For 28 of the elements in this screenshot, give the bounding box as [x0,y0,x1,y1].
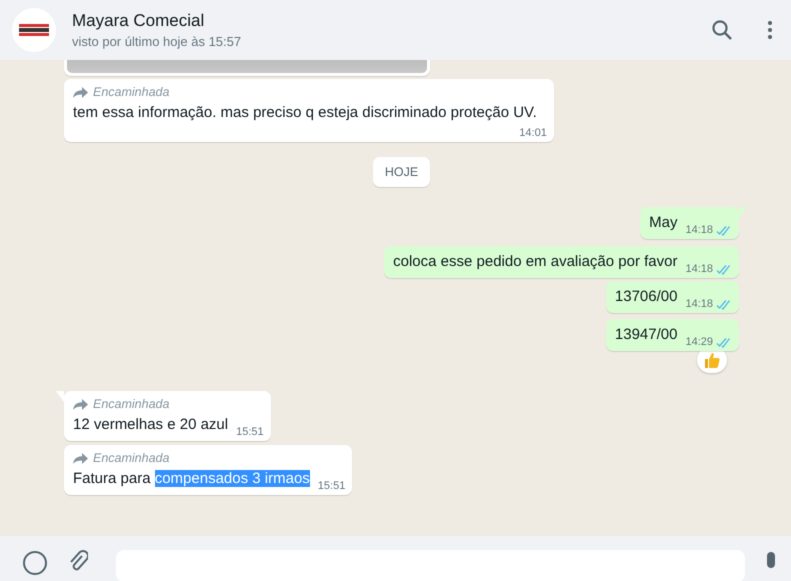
message-time: 14:18 [685,263,713,275]
forward-arrow-icon [73,398,88,410]
forwarded-label: Encaminhada [93,397,170,411]
forwarded-label: Encaminhada [93,85,170,99]
message-time: 14:18 [685,298,713,310]
message-time: 15:51 [236,426,264,438]
message-text: May [649,213,678,233]
message-text: tem essa informação. mas preciso q esteja discriminado proteção UV. [73,103,537,123]
forward-arrow-icon [73,452,88,464]
last-seen-status: visto por último hoje às 15:57 [72,34,242,49]
logo-icon [19,24,49,36]
contact-name: Mayara Comecial [72,11,206,31]
message-time: 14:01 [519,127,547,139]
forward-arrow-icon [73,86,88,98]
message-time: 15:51 [318,480,346,492]
message-text: 12 vermelhas e 20 azul [73,415,228,435]
message-time: 14:18 [685,224,713,236]
emoji-icon[interactable] [22,550,48,576]
menu-icon [767,20,773,40]
message-text: 13947/00 [614,325,678,345]
message-text: coloca esse pedido em avaliação por favor [393,252,678,272]
message-time: 14:29 [685,336,713,348]
message-text: 13706/00 [614,287,678,307]
forwarded-label: Encaminhada [93,451,170,465]
thumbs-up-icon [703,351,721,369]
search-icon [711,19,733,41]
message-text: Fatura para compensados 3 irmaos [73,469,310,489]
contact-avatar[interactable] [12,8,56,52]
